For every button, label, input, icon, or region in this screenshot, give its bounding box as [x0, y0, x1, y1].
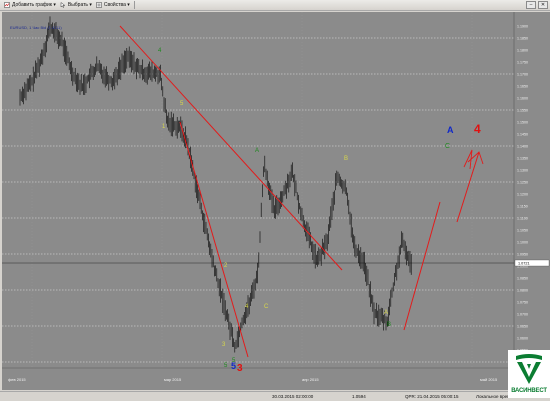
date-tick-label: мар 2015: [164, 377, 182, 382]
price-tick-label: 1.0700: [517, 313, 528, 317]
cursor-time: 30.03.2015 02:00:00: [272, 394, 314, 399]
chevron-down-icon: ▾: [88, 2, 92, 8]
price-tick-label: 1.1200: [517, 193, 528, 197]
price-tick-label: 1.1250: [517, 181, 528, 185]
add-chart-menu[interactable]: Добавить график ▾: [4, 2, 56, 8]
price-tick-label: 1.1450: [517, 133, 528, 137]
price-axis-panel: [514, 12, 550, 390]
instrument-label: EURUSD, 1 Час Bid (1:4111): [10, 25, 62, 30]
candlestick-series: [19, 16, 412, 353]
logo-mark-icon: [516, 354, 542, 384]
price-tick-label: 1.1300: [517, 169, 528, 173]
price-tick-label: 1.1800: [517, 49, 528, 53]
forecast-label-a: A: [447, 125, 454, 135]
trading-terminal-window: Добавить график ▾ Выбрать ▾ Свойства ▾ –…: [0, 0, 550, 401]
chart-canvas[interactable]: 1.1900 1.1850 1.1800 1.1750 1.1700 1.1650 1.16…: [2, 12, 550, 390]
price-tick-label: 1.1550: [517, 109, 528, 113]
price-tick-label: 1.1100: [517, 217, 528, 221]
cursor-icon: [60, 2, 66, 8]
current-price-label: 1.0721: [518, 262, 530, 266]
price-tick-label: 1.1150: [517, 205, 528, 209]
toolbar-divider: [133, 1, 135, 9]
price-tick-label: 1.0750: [517, 301, 528, 305]
forecast-label-4: 4: [474, 122, 481, 136]
vasinvest-logo: ВАСИНВЕСТ: [508, 350, 550, 398]
local-time-label: Локальное врем: [476, 394, 511, 399]
price-tick-label: 1.1500: [517, 121, 528, 125]
chart-add-icon: [4, 2, 10, 8]
date-tick-label: апр 2015: [302, 377, 319, 382]
price-tick-label: 1.1750: [517, 61, 528, 65]
chevron-down-icon: ▾: [125, 2, 130, 8]
price-tick-label: 1.1350: [517, 157, 528, 161]
wave-label: 2: [224, 263, 228, 269]
wave-label: B: [387, 322, 391, 328]
wave-label: 3: [222, 342, 226, 348]
wave-label: 5: [180, 101, 184, 107]
status-bar: 30.03.2015 02:00:00 1.0594 QPR: 21.04.20…: [0, 391, 550, 401]
wave-label: A: [384, 310, 388, 316]
trend-line: [456, 151, 480, 223]
add-chart-label: Добавить график: [12, 2, 52, 8]
select-menu[interactable]: Выбрать ▾: [60, 2, 92, 8]
server-time: QPR: 21.04.2015 05:00:15: [405, 394, 459, 399]
wave-label-5-blue: 5: [231, 361, 236, 371]
chart-toolbar: Добавить график ▾ Выбрать ▾ Свойства ▾ –…: [0, 0, 550, 11]
wave-label: 4: [158, 48, 162, 54]
close-button[interactable]: ✕: [538, 1, 548, 9]
price-tick-label: 1.1850: [517, 37, 528, 41]
price-tick-label: 1.0600: [517, 337, 528, 341]
properties-icon: [96, 2, 102, 8]
properties-label: Свойства: [103, 2, 126, 8]
forecast-label-c: C: [445, 143, 450, 150]
price-tick-label: 1.1000: [517, 241, 528, 245]
price-tick-label: 1.1400: [517, 145, 528, 149]
trend-line: [179, 121, 249, 358]
wave-label: 4: [245, 304, 249, 310]
date-tick-label: май 2015: [480, 377, 498, 382]
price-tick-label: 1.1700: [517, 73, 528, 77]
wave-label-3-red: 3: [237, 363, 243, 374]
minimize-button[interactable]: –: [526, 1, 536, 9]
price-tick-label: 1.1900: [517, 25, 528, 29]
trend-line: [403, 201, 441, 331]
price-tick-label: 1.1650: [517, 85, 528, 89]
chevron-down-icon: ▾: [51, 2, 56, 8]
price-tick-label: 1.0950: [517, 253, 528, 257]
price-tick-label: 1.1600: [517, 97, 528, 101]
price-tick-label: 1.0800: [517, 289, 528, 293]
window-controls: – ✕: [526, 1, 548, 9]
select-label: Выбрать: [67, 2, 89, 8]
properties-menu[interactable]: Свойства ▾: [96, 2, 130, 8]
logo-text: ВАСИНВЕСТ: [511, 388, 547, 394]
wave-label: C: [264, 304, 269, 310]
date-tick-label: фев 2015: [8, 377, 26, 382]
wave-label: 1: [162, 124, 166, 130]
price-tick-label: 1.1050: [517, 229, 528, 233]
wave-label: B: [344, 156, 348, 162]
cursor-price: 1.0594: [352, 394, 366, 399]
price-chart[interactable]: 1.1900 1.1850 1.1800 1.1750 1.1700 1.1650 1.16…: [2, 12, 550, 390]
price-tick-label: 1.0850: [517, 277, 528, 281]
wave-label: A: [255, 148, 259, 154]
trend-line: [119, 25, 343, 271]
price-tick-label: 1.0650: [517, 325, 528, 329]
